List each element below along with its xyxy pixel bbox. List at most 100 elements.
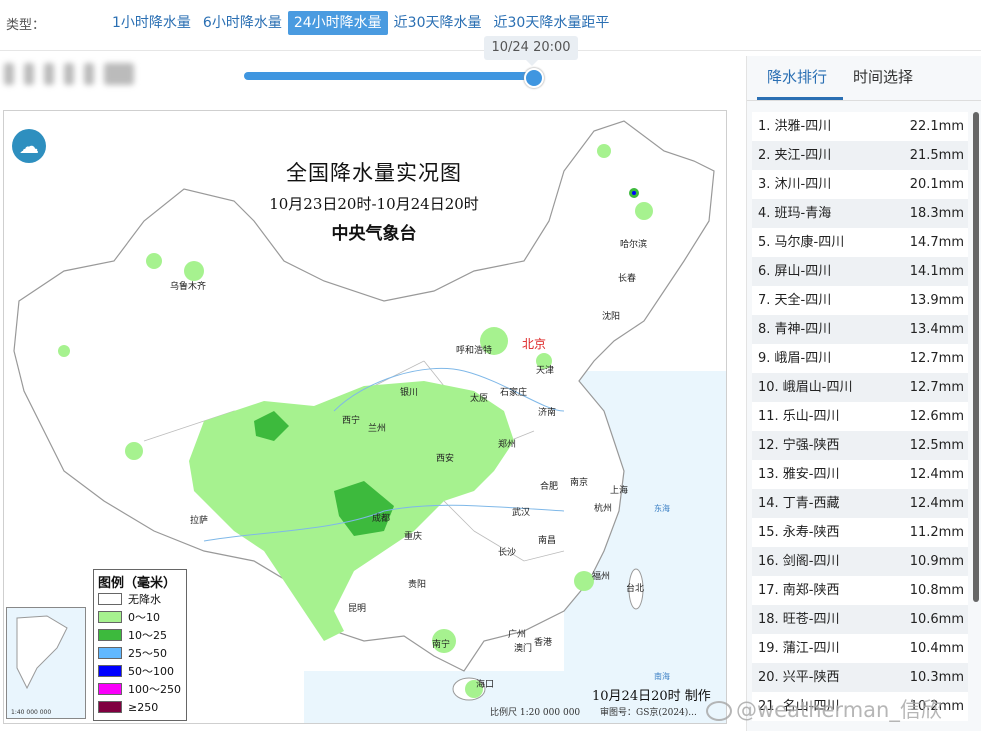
ranking-row[interactable]: 14. 丁青-西藏 12.4mm xyxy=(752,489,968,518)
review-number: 审图号：GS京(2024)... xyxy=(600,708,697,718)
tab-6h-precip[interactable]: 6小时降水量 xyxy=(197,11,288,35)
legend-label: 10～25 xyxy=(128,629,167,642)
ranking-row[interactable]: 5. 马尔康-四川 14.7mm xyxy=(752,228,968,257)
ranking-row[interactable]: 17. 南郑-陕西 10.8mm xyxy=(752,576,968,605)
station-name: 12. 宁强-陕西 xyxy=(758,438,840,453)
station-name: 7. 天全-四川 xyxy=(758,293,832,308)
city-label: 广州 xyxy=(508,630,527,640)
station-name: 8. 青神-四川 xyxy=(758,322,832,337)
city-label: 西宁 xyxy=(342,416,361,426)
station-name: 2. 夹江-四川 xyxy=(758,148,832,163)
city-label: 南宁 xyxy=(432,640,451,650)
station-name: 9. 峨眉-四川 xyxy=(758,351,832,366)
precip-value: 12.4mm xyxy=(909,467,964,482)
legend-swatch xyxy=(98,593,122,605)
legend-row: 50～100 xyxy=(94,662,186,680)
tab-30d-precip[interactable]: 近30天降水量 xyxy=(388,11,488,35)
legend-swatch xyxy=(98,647,122,659)
city-label: 沈阳 xyxy=(602,312,621,322)
station-name: 10. 峨眉山-四川 xyxy=(758,380,853,395)
time-slider-handle[interactable] xyxy=(524,68,544,88)
station-name: 16. 剑阁-四川 xyxy=(758,554,840,569)
ranking-row[interactable]: 9. 峨眉-四川 12.7mm xyxy=(752,344,968,373)
station-name: 11. 乐山-四川 xyxy=(758,409,840,424)
precip-value: 10.6mm xyxy=(909,612,964,627)
type-tabs: 1小时降水量 6小时降水量 24小时降水量 近30天降水量 近30天降水量距平 xyxy=(106,11,615,35)
city-label-capital: 北京 xyxy=(522,337,547,351)
precip-value: 18.3mm xyxy=(909,206,964,221)
ranking-row[interactable]: 18. 旺苍-四川 10.6mm xyxy=(752,605,968,634)
precip-value: 11.2mm xyxy=(909,525,964,540)
ranking-row[interactable]: 8. 青神-四川 13.4mm xyxy=(752,315,968,344)
ranking-scrollbar[interactable] xyxy=(973,112,979,602)
weibo-icon xyxy=(706,701,732,721)
legend-row: 10～25 xyxy=(94,626,186,644)
city-label: 郑州 xyxy=(498,440,517,450)
city-label: 合肥 xyxy=(540,482,559,492)
legend-row: 25～50 xyxy=(94,644,186,662)
cma-logo-icon: ☁ xyxy=(12,129,46,163)
panel-tabs: 降水排行 时间选择 xyxy=(747,56,981,101)
ranking-row[interactable]: 3. 沐川-四川 20.1mm xyxy=(752,170,968,199)
city-label: 武汉 xyxy=(512,508,531,518)
legend-label: 25～50 xyxy=(128,647,167,660)
ranking-row[interactable]: 16. 剑阁-四川 10.9mm xyxy=(752,547,968,576)
sea-label: 南海 xyxy=(654,672,670,681)
city-label: 济南 xyxy=(538,408,557,418)
ranking-row[interactable]: 2. 夹江-四川 21.5mm xyxy=(752,141,968,170)
time-tooltip: 10/24 20:00 xyxy=(484,36,578,66)
precip-value: 10.3mm xyxy=(909,670,964,685)
scale-text: 比例尺 1:20 000 000 xyxy=(490,708,581,718)
ranking-row[interactable]: 20. 兴平-陕西 10.3mm xyxy=(752,663,968,692)
precip-value: 14.1mm xyxy=(909,264,964,279)
precip-value: 12.6mm xyxy=(909,409,964,424)
legend-swatch xyxy=(98,611,122,623)
ranking-row[interactable]: 12. 宁强-陕西 12.5mm xyxy=(752,431,968,460)
tab-30d-anomaly[interactable]: 近30天降水量距平 xyxy=(488,11,616,35)
legend-row: ≥250 xyxy=(94,698,186,716)
station-name: 15. 永寿-陕西 xyxy=(758,525,840,540)
ranking-row[interactable]: 13. 雅安-四川 12.4mm xyxy=(752,460,968,489)
station-name: 4. 班玛-青海 xyxy=(758,206,832,221)
ranking-row[interactable]: 10. 峨眉山-四川 12.7mm xyxy=(752,373,968,402)
legend-row: 0～10 xyxy=(94,608,186,626)
watermark: @weatherman_信欣 xyxy=(706,694,942,724)
tab-24h-precip[interactable]: 24小时降水量 xyxy=(287,11,388,35)
precip-value: 12.5mm xyxy=(909,438,964,453)
station-name: 1. 洪雅-四川 xyxy=(758,119,832,134)
south-china-sea-inset: 1:40 000 000 xyxy=(6,607,86,719)
city-label: 拉萨 xyxy=(190,516,209,526)
city-label: 天津 xyxy=(536,366,555,376)
ranking-row[interactable]: 11. 乐山-四川 12.6mm xyxy=(752,402,968,431)
precip-value: 12.4mm xyxy=(909,496,964,511)
map-title: 全国降水量实况图 xyxy=(286,161,462,185)
ranking-row[interactable]: 1. 洪雅-四川 22.1mm xyxy=(752,112,968,141)
ranking-row[interactable]: 4. 班玛-青海 18.3mm xyxy=(752,199,968,228)
ranking-row[interactable]: 15. 永寿-陕西 11.2mm xyxy=(752,518,968,547)
station-name: 13. 雅安-四川 xyxy=(758,467,840,482)
ranking-row[interactable]: 6. 屏山-四川 14.1mm xyxy=(752,257,968,286)
city-label: 南京 xyxy=(570,478,589,488)
station-name: 17. 南郑-陕西 xyxy=(758,583,840,598)
tab-precip-ranking[interactable]: 降水排行 xyxy=(767,66,827,87)
city-label: 杭州 xyxy=(594,504,613,514)
city-label: 兰州 xyxy=(368,424,387,434)
time-slider-track[interactable] xyxy=(244,72,536,80)
legend-swatch xyxy=(98,701,122,713)
precipitation-map: ☁ 全国降水量实况图 10月23日20时-10月24日20时 中央气象台 乌鲁木… xyxy=(3,110,727,724)
precip-value: 13.4mm xyxy=(909,322,964,337)
ranking-row[interactable]: 7. 天全-四川 13.9mm xyxy=(752,286,968,315)
playback-controls[interactable] xyxy=(0,58,174,90)
inset-scale: 1:40 000 000 xyxy=(11,709,52,716)
ranking-panel: 降水排行 时间选择 1. 洪雅-四川 22.1mm 2. 夹江-四川 21.5mm 3.… xyxy=(746,56,981,731)
city-label: 澳门 xyxy=(514,644,533,654)
city-label: 西安 xyxy=(436,454,455,464)
legend-swatch xyxy=(98,683,122,695)
ranking-row[interactable]: 19. 蒲江-四川 10.4mm xyxy=(752,634,968,663)
city-label: 福州 xyxy=(592,572,611,582)
tab-time-select[interactable]: 时间选择 xyxy=(853,66,913,87)
city-label: 台北 xyxy=(626,584,645,594)
city-label: 长沙 xyxy=(498,548,517,558)
city-label: 昆明 xyxy=(348,604,367,614)
tab-1h-precip[interactable]: 1小时降水量 xyxy=(106,11,197,35)
